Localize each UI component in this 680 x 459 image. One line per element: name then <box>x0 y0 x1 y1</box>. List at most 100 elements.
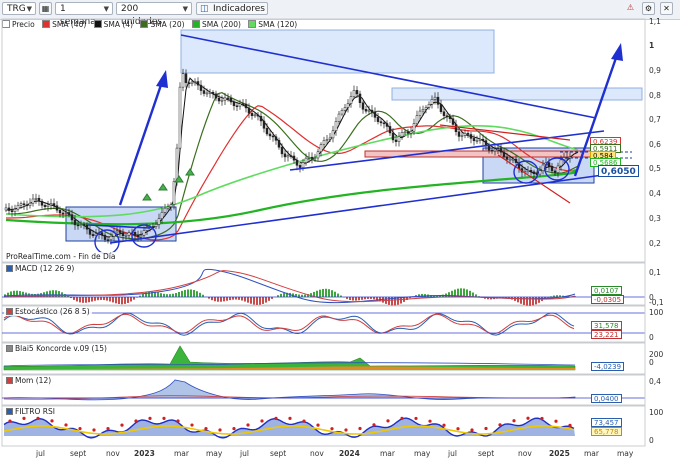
rsi-dot <box>64 423 68 427</box>
candle-body <box>196 81 200 86</box>
rsi-dot <box>78 426 82 431</box>
candle-body <box>157 218 161 225</box>
candle-body <box>139 234 143 238</box>
candle-body <box>499 148 503 153</box>
candle-body <box>304 157 308 163</box>
candle-body <box>367 109 371 112</box>
rsi-dot <box>120 423 124 427</box>
buy-signal-icon <box>142 193 152 201</box>
macd-histogram-bar <box>517 297 519 303</box>
candle-body <box>250 112 254 116</box>
rsi-dot <box>456 427 460 431</box>
candle-body <box>559 159 563 167</box>
pane-swatch <box>6 265 13 272</box>
rsi-dot <box>400 416 404 420</box>
x-tick: mar <box>584 449 599 458</box>
candle-body <box>301 162 305 168</box>
candle-body <box>430 99 434 105</box>
candle-body <box>373 111 377 118</box>
rsi-title[interactable]: FILTRO RSI <box>4 407 57 416</box>
macd-tag: 0,0107 <box>591 286 622 295</box>
macd-histogram-bar <box>355 297 357 301</box>
macd-title[interactable]: MACD (12 26 9) <box>4 264 77 273</box>
macd-histogram-bar <box>256 297 258 305</box>
macd-histogram-bar <box>349 297 351 300</box>
macd-histogram-bar <box>220 297 222 302</box>
candle-body <box>256 114 260 117</box>
candle-body <box>406 131 410 134</box>
candle-body <box>58 209 62 214</box>
source-label: ProRealTime.com - Fin de Día <box>4 252 118 261</box>
y-tick: 0,6 <box>649 140 661 149</box>
mom-pane-frame <box>1 374 646 406</box>
rsi-dot <box>526 416 530 420</box>
macd-histogram-bar <box>187 289 189 297</box>
candle-body <box>67 212 71 215</box>
rsi-dot <box>288 416 292 420</box>
rsi-dot <box>162 416 166 420</box>
candle-body <box>427 104 431 108</box>
macd-histogram-bar <box>157 292 159 297</box>
candle-body <box>100 232 104 236</box>
y-tick: 0,7 <box>649 115 661 124</box>
macd-histogram-bar <box>322 288 324 297</box>
arrow-up-left[interactable] <box>118 81 164 206</box>
candle-body <box>343 107 347 111</box>
y-tick: 100 <box>649 308 664 317</box>
candle-body <box>259 115 263 122</box>
candle-body <box>346 103 350 108</box>
uptrend-line[interactable] <box>109 174 604 244</box>
macd-histogram-bar <box>76 297 78 302</box>
macd-histogram-bar <box>253 297 255 305</box>
macd-histogram-bar <box>337 293 339 297</box>
rsi-dot <box>344 428 348 432</box>
candle-body <box>394 139 398 142</box>
candle-body <box>556 165 560 173</box>
macd-histogram-bar <box>244 297 246 302</box>
macd-histogram-bar <box>127 297 129 303</box>
candle-body <box>22 203 26 206</box>
macd-histogram-bar <box>73 297 75 300</box>
y-tick: 0,4 <box>649 189 661 198</box>
candle-body <box>193 81 197 83</box>
rsi-dot <box>92 428 96 432</box>
macd-histogram-bar <box>172 293 174 297</box>
stoch-title-text: Estocástico (26 8 5) <box>15 307 90 316</box>
candle-body <box>247 107 251 114</box>
rsi-dot <box>8 419 12 423</box>
rsi-dot <box>36 416 40 420</box>
y-tick: 0 <box>649 333 654 342</box>
candle-body <box>16 204 20 210</box>
candle-body <box>184 73 188 83</box>
mom-title[interactable]: Mom (12) <box>4 376 54 385</box>
x-tick: may <box>206 449 223 458</box>
stoch-title[interactable]: Estocástico (26 8 5) <box>4 307 92 316</box>
macd-histogram-bar <box>121 297 123 305</box>
candle-body <box>550 166 554 172</box>
stoch-tag: 31,578 <box>591 321 622 330</box>
candle-body <box>82 224 86 226</box>
y-tick: 1,1 <box>649 17 661 26</box>
candle-body <box>457 131 461 137</box>
koncorde-title[interactable]: Blai5 Koncorde v.09 (15) <box>4 344 109 353</box>
macd-histogram-bar <box>265 297 267 303</box>
candle-body <box>163 207 167 213</box>
candle-body <box>70 214 74 221</box>
candle-body <box>448 116 452 119</box>
x-tick: nov <box>518 449 532 458</box>
macd-histogram-bar <box>469 290 471 297</box>
buy-signal-icon <box>158 183 168 191</box>
candle-body <box>532 171 536 175</box>
candle-body <box>178 86 182 149</box>
candle-body <box>262 120 266 129</box>
candle-body <box>496 148 500 150</box>
y-tick: -0,1 <box>649 298 664 307</box>
x-tick: 2025 <box>549 449 570 458</box>
rsi-dot <box>498 423 502 427</box>
candle-body <box>454 124 458 133</box>
candle-body <box>40 200 44 206</box>
rsi-dot <box>386 419 390 423</box>
candle-body <box>505 156 509 160</box>
rsi-dot <box>176 419 180 423</box>
pane-swatch <box>6 345 13 352</box>
